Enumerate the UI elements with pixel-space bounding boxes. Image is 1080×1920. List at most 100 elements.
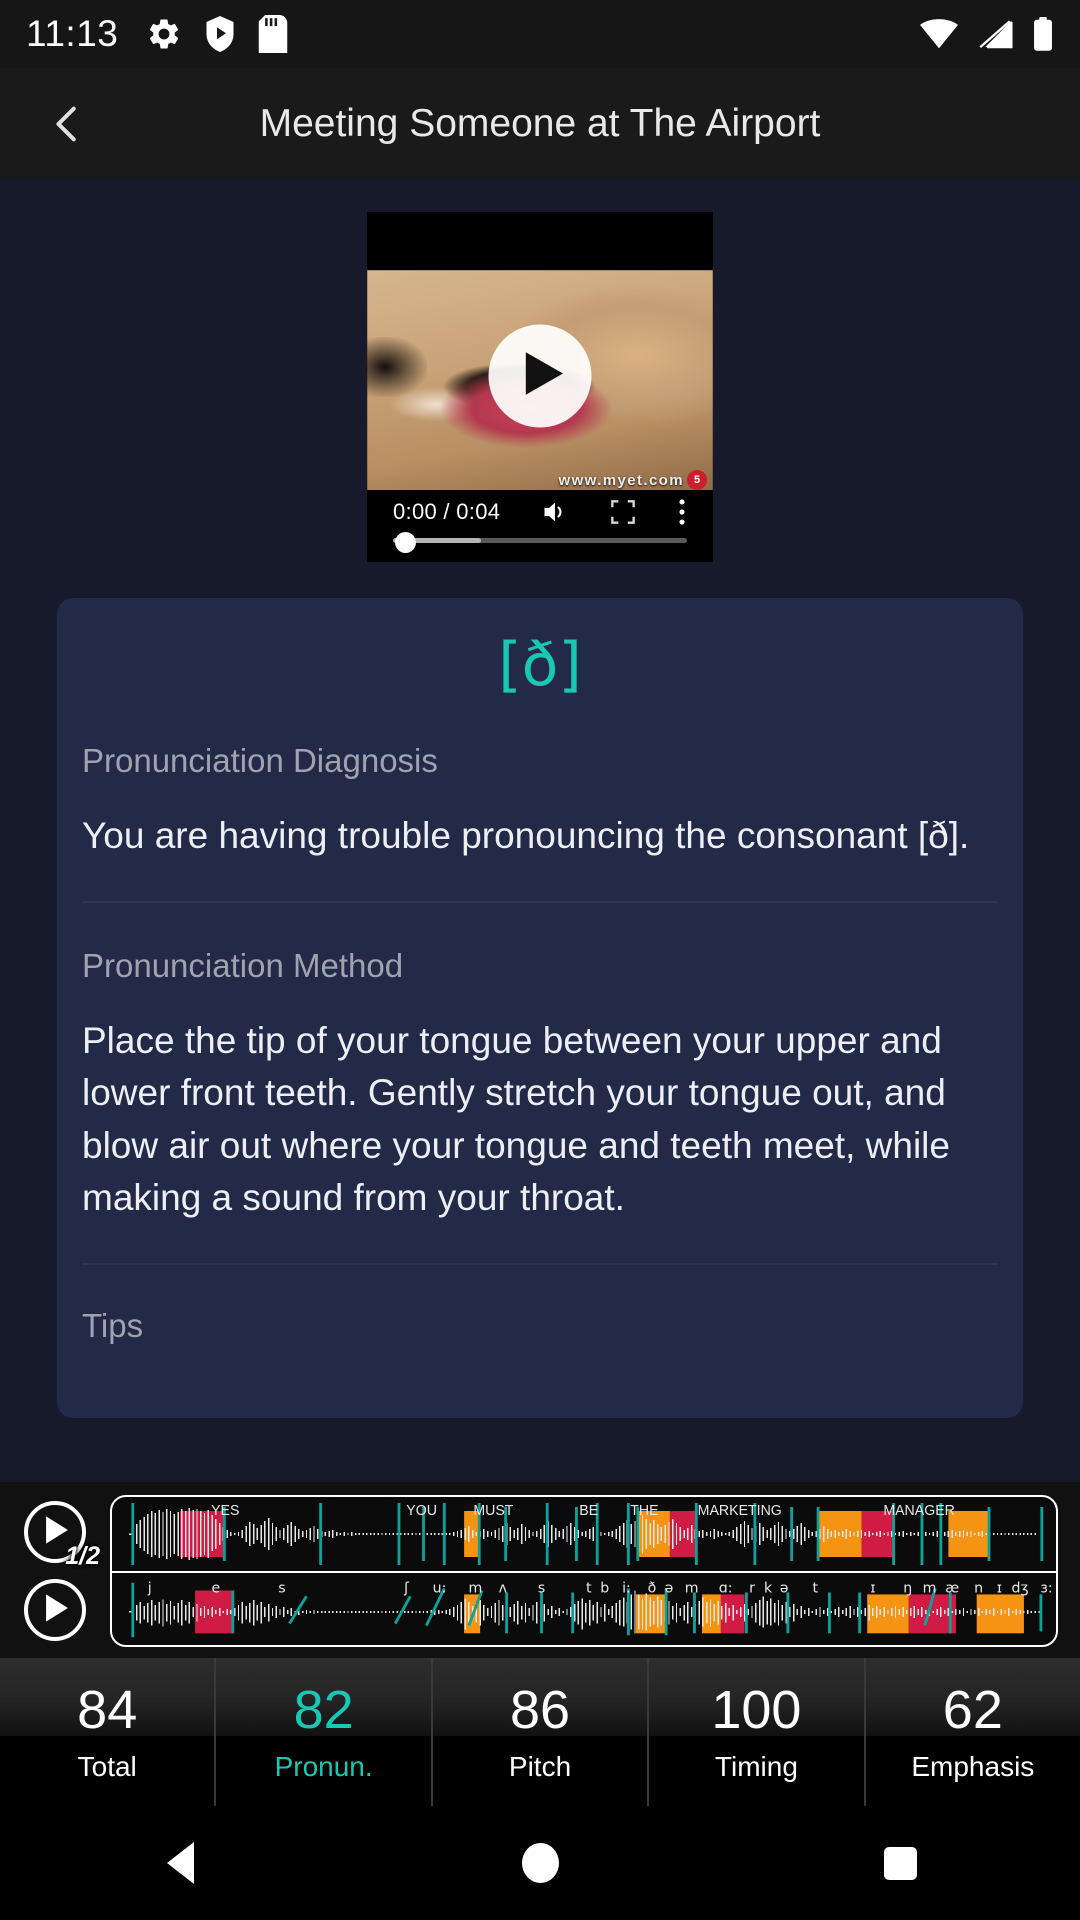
mouth-shadow bbox=[367, 337, 427, 398]
battery-icon bbox=[1032, 17, 1054, 51]
nav-recents-square-icon bbox=[883, 1846, 917, 1880]
play-icon bbox=[39, 1593, 71, 1628]
phoneme-label: dʒ bbox=[1012, 1580, 1029, 1596]
phoneme-label: ɑ: bbox=[719, 1580, 733, 1596]
waveform-panel: 1/2 YES YOU MUST BE THE MARKETING MANAGE… bbox=[0, 1482, 1080, 1658]
phoneme-label: ə bbox=[780, 1580, 789, 1596]
word-label: MANAGER bbox=[883, 1503, 955, 1519]
play-native-slow-button[interactable]: 1/2 bbox=[24, 1501, 100, 1570]
diagnosis-text: You are having trouble pronouncing the c… bbox=[82, 815, 970, 856]
waveform-row-phonemes[interactable]: j e s ʃ u: m ʌ s t b i: ð ə m ɑ: r k ə t… bbox=[112, 1571, 1056, 1645]
score-label: Emphasis bbox=[911, 1751, 1035, 1782]
card-divider-1 bbox=[82, 900, 998, 903]
sd-card-icon bbox=[258, 15, 288, 53]
score-value: 86 bbox=[509, 1680, 571, 1740]
word-label: YOU bbox=[406, 1503, 437, 1519]
diagnosis-label: Pronunciation Diagnosis bbox=[82, 742, 438, 779]
video-watermark: www.myet.com 5 bbox=[559, 470, 707, 490]
score-cell-timing[interactable]: 100 Timing bbox=[647, 1658, 865, 1806]
nav-back-button[interactable] bbox=[105, 1806, 255, 1920]
video-player[interactable]: www.myet.com 5 0:00 / 0:04 bbox=[367, 212, 713, 562]
word-label: MUST bbox=[473, 1503, 513, 1519]
phoneme-label: ɜ: bbox=[1040, 1580, 1052, 1596]
nav-home-button[interactable] bbox=[465, 1806, 615, 1920]
phoneme-label: t bbox=[586, 1580, 592, 1596]
score-cell-pitch[interactable]: 86 Pitch bbox=[430, 1658, 648, 1806]
app-bar: Meeting Someone at The Airport bbox=[0, 68, 1080, 180]
phoneme-label: s bbox=[538, 1580, 545, 1596]
video-controls: 0:00 / 0:04 bbox=[367, 490, 713, 562]
more-vertical-icon[interactable] bbox=[677, 498, 687, 526]
nav-home-circle-icon bbox=[521, 1843, 559, 1883]
status-bar: 11:13 bbox=[0, 0, 1080, 68]
waveform-row-words[interactable]: YES YOU MUST BE THE MARKETING MANAGER bbox=[112, 1497, 1056, 1571]
word-label: BE bbox=[579, 1503, 598, 1519]
phoneme-label: ŋ bbox=[903, 1580, 912, 1596]
phoneme-label: u: bbox=[433, 1580, 447, 1596]
phoneme-label: n bbox=[974, 1580, 983, 1596]
word-label: THE bbox=[630, 1503, 659, 1519]
waveform-play-buttons: 1/2 bbox=[14, 1501, 100, 1641]
score-bar: 84 Total 82 Pronun. 86 Pitch 100 Timing … bbox=[0, 1658, 1080, 1806]
pronunciation-card: [ð] Pronunciation Diagnosis You are havi… bbox=[57, 598, 1023, 1418]
score-cell-emphasis[interactable]: 62 Emphasis bbox=[863, 1658, 1080, 1806]
phoneme-label: b bbox=[600, 1580, 609, 1596]
video-play-button[interactable] bbox=[488, 324, 592, 428]
phoneme-label: ʌ bbox=[499, 1580, 508, 1596]
wifi-icon bbox=[920, 19, 958, 49]
gear-icon bbox=[146, 16, 182, 52]
score-label: Timing bbox=[714, 1751, 798, 1782]
seek-handle[interactable] bbox=[395, 532, 416, 553]
page-title: Meeting Someone at The Airport bbox=[259, 102, 821, 145]
tips-label: Tips bbox=[82, 1306, 144, 1344]
waveform-phonemes-svg: j e s ʃ u: m ʌ s t b i: ð ə m ɑ: r k ə t… bbox=[128, 1580, 1053, 1638]
score-cell-total[interactable]: 84 Total bbox=[0, 1658, 215, 1806]
watermark-badge: 5 bbox=[687, 470, 707, 490]
waveform-display[interactable]: YES YOU MUST BE THE MARKETING MANAGER j … bbox=[110, 1495, 1058, 1647]
score-label: Pitch bbox=[508, 1751, 572, 1782]
video-section: www.myet.com 5 0:00 / 0:04 bbox=[0, 180, 1080, 562]
back-button[interactable] bbox=[16, 72, 120, 176]
status-bar-system-icons bbox=[920, 17, 1054, 51]
play-shield-icon bbox=[204, 16, 236, 52]
phoneme-label: i: bbox=[622, 1580, 631, 1596]
score-value: 62 bbox=[942, 1680, 1003, 1740]
status-bar-clock: 11:13 bbox=[26, 13, 119, 54]
phoneme-label: t bbox=[813, 1580, 819, 1596]
phoneme-label: æ bbox=[945, 1580, 959, 1596]
phoneme-label: m bbox=[685, 1580, 699, 1596]
nav-recents-button[interactable] bbox=[825, 1806, 975, 1920]
phoneme-label: m bbox=[469, 1580, 483, 1596]
scroll-content[interactable]: www.myet.com 5 0:00 / 0:04 [ð] Pronuncia… bbox=[0, 180, 1080, 1482]
waveform-words-svg: YES YOU MUST BE THE MARKETING MANAGER bbox=[128, 1503, 1044, 1565]
phoneme-label: ə bbox=[665, 1580, 674, 1596]
fullscreen-icon[interactable] bbox=[610, 499, 636, 525]
phoneme-label: m bbox=[923, 1580, 937, 1596]
score-cell-pronunciation[interactable]: 82 Pronun. bbox=[214, 1658, 432, 1806]
phoneme-label: j bbox=[147, 1580, 152, 1596]
word-label: MARKETING bbox=[698, 1503, 782, 1519]
score-label: Pronun. bbox=[274, 1751, 373, 1782]
chevron-left-icon bbox=[45, 101, 91, 147]
card-divider-2 bbox=[82, 1262, 998, 1265]
status-bar-notification-icons bbox=[146, 15, 288, 53]
video-seek-bar[interactable] bbox=[393, 532, 687, 553]
method-label: Pronunciation Method bbox=[82, 946, 404, 984]
phoneme-label: ʃ bbox=[403, 1580, 410, 1596]
phoneme-label: k bbox=[764, 1580, 773, 1596]
phoneme-label: ɪ bbox=[997, 1580, 1002, 1596]
watermark-text: www.myet.com bbox=[558, 471, 684, 489]
system-nav-bar bbox=[0, 1806, 1080, 1920]
cellular-signal-icon bbox=[977, 19, 1013, 49]
play-user-recording-button[interactable] bbox=[24, 1579, 86, 1641]
phoneme-label: s bbox=[278, 1580, 285, 1596]
score-label: Total bbox=[77, 1751, 137, 1782]
score-value: 84 bbox=[77, 1680, 138, 1740]
video-time-display: 0:00 / 0:04 bbox=[393, 499, 501, 524]
method-text: Place the tip of your tongue between you… bbox=[82, 1019, 950, 1219]
nav-back-triangle-icon bbox=[166, 1842, 194, 1884]
ipa-symbol: [ð] bbox=[498, 630, 582, 700]
volume-icon[interactable] bbox=[541, 499, 569, 525]
score-value: 82 bbox=[293, 1680, 354, 1740]
playback-speed-badge: 1/2 bbox=[65, 1542, 100, 1570]
